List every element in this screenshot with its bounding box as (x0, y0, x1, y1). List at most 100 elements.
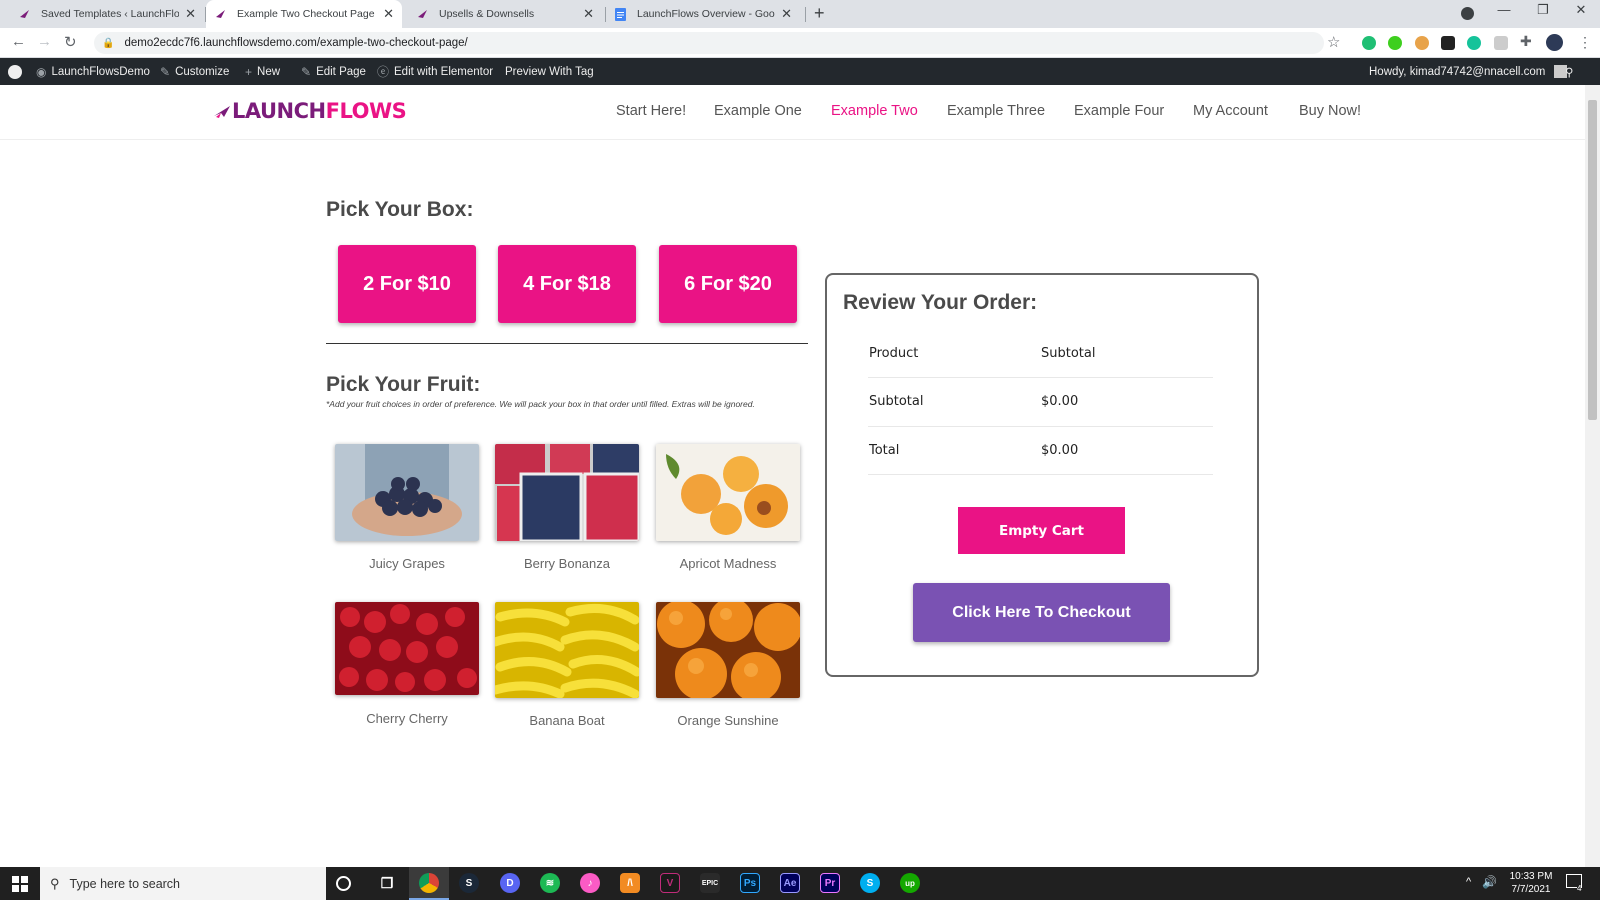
chrome-icon[interactable] (419, 873, 439, 893)
admin-edit-elementor[interactable]: ⓔ Edit with Elementor (377, 58, 493, 85)
fruit-image-oranges[interactable] (656, 602, 800, 698)
grammarly-icon[interactable] (1467, 36, 1481, 50)
volume-icon[interactable]: 🔊 (1482, 875, 1497, 889)
admin-edit-page[interactable]: ✎ Edit Page (301, 58, 366, 85)
fruit-note: *Add your fruit choices in order of pref… (326, 399, 755, 409)
menu-my-account[interactable]: My Account (1193, 103, 1268, 119)
photoshop-icon[interactable]: Ps (740, 873, 760, 893)
admin-new[interactable]: + New (245, 58, 280, 85)
admin-site-name[interactable]: ◉ LaunchFlowsDemo (36, 58, 150, 85)
menu-example-three[interactable]: Example Three (947, 103, 1045, 119)
taskbar-search-placeholder: Type here to search (69, 876, 181, 891)
window-close-icon[interactable]: ✕ (1561, 2, 1600, 18)
app-icon[interactable]: V (660, 873, 680, 893)
tab-close-icon[interactable]: ✕ (383, 6, 394, 22)
box-option-2[interactable]: 2 For $10 (338, 245, 476, 323)
menu-start-here[interactable]: Start Here! (616, 103, 686, 119)
admin-search-icon[interactable]: ⚲ (1565, 58, 1573, 85)
tab-separator (805, 7, 806, 22)
tray-chevron-icon[interactable]: ^ (1466, 876, 1471, 888)
browser-tab[interactable]: Upsells & Downsells ✕ (408, 0, 602, 28)
col-header-product: Product (869, 346, 919, 361)
browser-tab-active[interactable]: Example Two Checkout Page – La ✕ (206, 0, 402, 28)
shield-icon[interactable] (1494, 36, 1508, 50)
address-bar[interactable]: 🔒 demo2ecdc7f6.launchflowsdemo.com/examp… (94, 32, 1324, 54)
admin-preview-tag[interactable]: Preview With Tag (505, 58, 594, 85)
fruit-image-berries[interactable] (495, 444, 639, 541)
extension-icon[interactable] (1388, 36, 1402, 50)
itunes-icon[interactable]: ♪ (580, 873, 600, 893)
extension-icon[interactable] (1362, 36, 1376, 50)
browser-tab[interactable]: LaunchFlows Overview - Google ✕ (606, 0, 800, 28)
task-view-icon[interactable]: ❐ (377, 873, 397, 893)
empty-cart-button[interactable]: Empty Cart (958, 507, 1125, 554)
fruit-image-apricots[interactable] (656, 444, 800, 541)
menu-example-one[interactable]: Example One (714, 103, 802, 119)
launchflows-favicon-icon (214, 8, 227, 21)
lock-icon: 🔒 (102, 37, 115, 49)
col-header-subtotal: Subtotal (1041, 346, 1096, 361)
tab-close-icon[interactable]: ✕ (583, 6, 594, 22)
elementor-icon: ⓔ (377, 65, 390, 79)
steam-icon[interactable]: S (459, 873, 479, 893)
extension-icon[interactable] (1441, 36, 1455, 50)
admin-howdy[interactable]: Howdy, kimad74742@nnacell.com (1369, 58, 1568, 85)
kebab-menu-icon[interactable]: ⋮ (1578, 34, 1592, 51)
minimize-icon[interactable]: — (1484, 2, 1524, 17)
bookmark-star-icon[interactable]: ☆ (1327, 33, 1340, 51)
order-heading: Review Your Order: (843, 291, 1038, 314)
new-tab-plus-icon[interactable]: + (814, 3, 825, 24)
subtotal-label: Subtotal (869, 394, 924, 409)
tab-close-icon[interactable]: ✕ (185, 6, 196, 22)
row-divider (868, 474, 1213, 475)
tab-title: Upsells & Downsells (439, 8, 535, 20)
admin-customize[interactable]: ✎ Customize (160, 58, 229, 85)
reload-icon[interactable]: ↻ (64, 33, 77, 51)
taskbar-search-box[interactable]: ⚲ Type here to search (40, 867, 326, 900)
skype-icon[interactable]: S (860, 873, 880, 893)
cortana-icon[interactable] (336, 876, 351, 891)
total-value: $0.00 (1041, 443, 1079, 458)
fruit-label: Orange Sunshine (677, 713, 779, 728)
total-label: Total (869, 443, 900, 458)
menu-example-four[interactable]: Example Four (1074, 103, 1164, 119)
upwork-icon[interactable]: up (900, 873, 920, 893)
extensions-puzzle-icon[interactable]: ✚ (1520, 33, 1532, 50)
app-icon[interactable]: /\ (620, 873, 640, 893)
launchflows-favicon-icon (18, 8, 31, 21)
scrollbar-thumb[interactable] (1588, 100, 1597, 420)
restore-icon[interactable]: ❐ (1523, 2, 1563, 18)
premiere-icon[interactable]: Pr (820, 873, 840, 893)
discord-icon[interactable]: D (500, 873, 520, 893)
back-arrow-icon[interactable]: ← (11, 33, 26, 50)
spotify-icon[interactable]: ≋ (540, 873, 560, 893)
forward-arrow-icon[interactable]: → (37, 33, 52, 50)
after-effects-icon[interactable]: Ae (780, 873, 800, 893)
menu-buy-now[interactable]: Buy Now! (1299, 103, 1361, 119)
fruit-label: Apricot Madness (679, 556, 777, 571)
row-divider (868, 426, 1213, 427)
windows-start-icon[interactable] (12, 876, 28, 897)
subtotal-value: $0.00 (1041, 394, 1079, 409)
taskbar-clock[interactable]: 10:33 PM 7/7/2021 (1506, 870, 1556, 896)
avatar[interactable] (1546, 34, 1563, 51)
fruit-heading: Pick Your Fruit: (326, 373, 481, 396)
fruit-image-cherries[interactable] (335, 602, 479, 695)
extension-icon[interactable] (1415, 36, 1429, 50)
wp-logo-icon[interactable] (8, 58, 22, 85)
checkout-button[interactable]: Click Here To Checkout (913, 583, 1170, 642)
dashboard-icon: ◉ (36, 64, 47, 79)
tab-close-icon[interactable]: ✕ (781, 6, 792, 22)
menu-example-two[interactable]: Example Two (831, 103, 918, 119)
epic-games-icon[interactable]: EPIC (700, 873, 720, 893)
launchflows-favicon-icon (416, 8, 429, 21)
fruit-label: Berry Bonanza (524, 556, 610, 571)
browser-toolbar: ← → ↻ 🔒 demo2ecdc7f6.launchflowsdemo.com… (0, 28, 1600, 58)
profile-dropdown-icon[interactable] (1461, 7, 1474, 20)
site-logo[interactable]: LAUNCH FLOWS (214, 99, 407, 123)
browser-tab[interactable]: Saved Templates ‹ LaunchFlowsD ✕ (10, 0, 204, 28)
fruit-image-bananas[interactable] (495, 602, 639, 698)
fruit-image-grapes[interactable] (335, 444, 479, 541)
box-option-4[interactable]: 4 For $18 (498, 245, 636, 323)
box-option-6[interactable]: 6 For $20 (659, 245, 797, 323)
